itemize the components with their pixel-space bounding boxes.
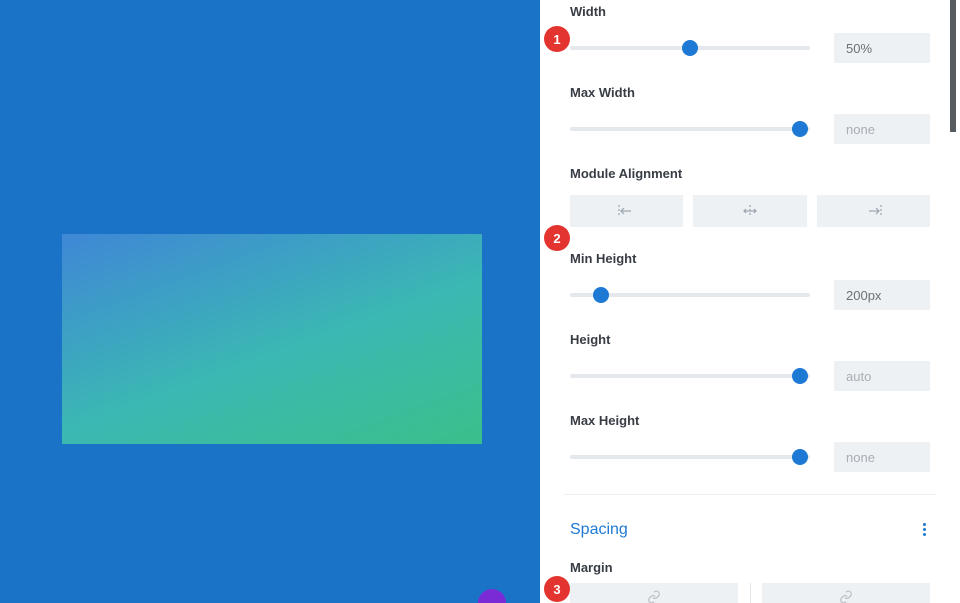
width-slider[interactable] (570, 39, 810, 57)
builder-canvas[interactable] (0, 0, 540, 603)
module-settings-fab[interactable] (478, 589, 506, 603)
align-label: Module Alignment (570, 166, 930, 181)
kebab-icon (923, 523, 926, 526)
align-left-icon (618, 204, 636, 218)
margin-top-input[interactable] (570, 583, 654, 603)
align-right-icon (864, 204, 882, 218)
max-height-slider-thumb[interactable] (792, 449, 808, 465)
width-label: Width (570, 4, 930, 19)
annotation-badge-1: 1 (544, 26, 570, 52)
max-width-label: Max Width (570, 85, 930, 100)
min-height-label: Min Height (570, 251, 930, 266)
align-center-button[interactable] (693, 195, 806, 227)
max-height-slider[interactable] (570, 448, 810, 466)
annotation-badge-3: 3 (544, 576, 570, 602)
align-left-button[interactable] (570, 195, 683, 227)
spacing-options-menu[interactable] (919, 517, 930, 542)
align-center-icon (741, 204, 759, 218)
align-button-group (570, 195, 930, 227)
margin-grid: Top Bottom Left Right (570, 583, 930, 603)
width-slider-thumb[interactable] (682, 40, 698, 56)
width-input[interactable]: 50% (834, 33, 930, 63)
height-input[interactable]: auto (834, 361, 930, 391)
margin-right-input[interactable] (846, 583, 930, 603)
margin-label: Margin (570, 560, 930, 575)
min-height-input[interactable]: 200px (834, 280, 930, 310)
max-height-input[interactable]: none (834, 442, 930, 472)
max-width-input[interactable]: none (834, 114, 930, 144)
margin-left-input[interactable] (762, 583, 846, 603)
height-label: Height (570, 332, 930, 347)
section-divider (564, 494, 936, 495)
height-slider-thumb[interactable] (792, 368, 808, 384)
spacing-section-title[interactable]: Spacing (570, 521, 628, 539)
margin-bottom-input[interactable] (654, 583, 738, 603)
min-height-slider[interactable] (570, 286, 810, 304)
max-height-label: Max Height (570, 413, 930, 428)
annotation-badge-2: 2 (544, 225, 570, 251)
max-width-slider-thumb[interactable] (792, 121, 808, 137)
align-right-button[interactable] (817, 195, 930, 227)
module-preview[interactable] (62, 234, 482, 444)
max-width-slider[interactable] (570, 120, 810, 138)
panel-scrollbar[interactable] (950, 0, 956, 132)
settings-panel: Width 50% Max Width none Module Alignmen… (540, 0, 960, 603)
height-slider[interactable] (570, 367, 810, 385)
min-height-slider-thumb[interactable] (593, 287, 609, 303)
